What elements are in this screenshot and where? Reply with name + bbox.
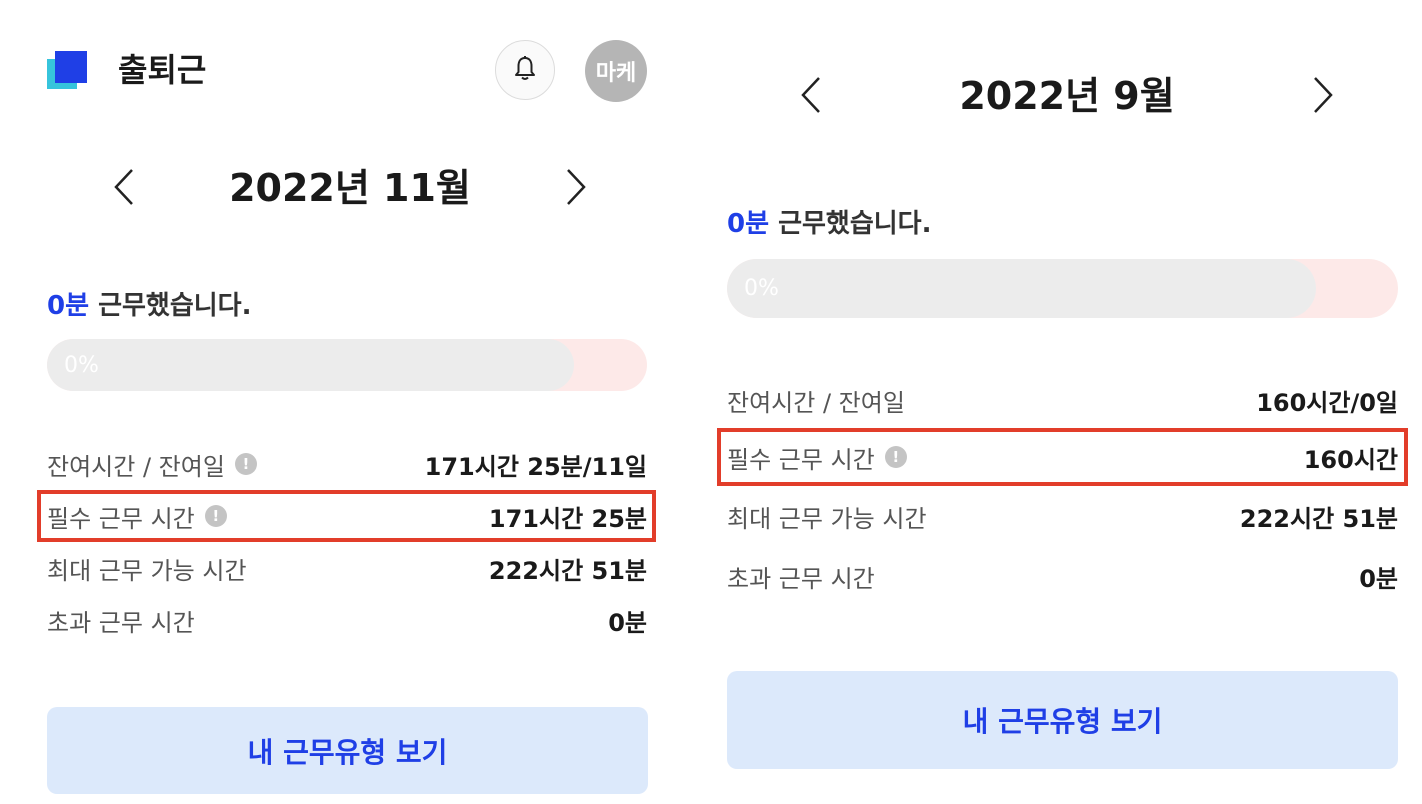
stat-label: 초과 근무 시간 [47, 608, 195, 637]
stat-label: 최대 근무 가능 시간 [727, 504, 927, 533]
stat-value: 160시간/0일 [1256, 388, 1398, 417]
worked-value: 0분 [727, 209, 770, 239]
stat-remaining: 잔여시간 / 잔여일! 171시간 25분/11일 [47, 444, 647, 484]
chevron-right-icon [1314, 77, 1333, 113]
stat-overtime: 초과 근무 시간 0분 [47, 600, 647, 640]
avatar[interactable]: 마케 [585, 40, 647, 102]
app-title: 출퇴근 [118, 51, 207, 89]
info-icon[interactable]: ! [204, 505, 227, 527]
month-title: 2022년 9월 [959, 74, 1175, 118]
worked-suffix: 근무했습니다. [89, 291, 252, 321]
left-screen: 출퇴근 마케 2022년 11월 0분 근무했습니다. 0% 잔여시간 / 잔여… [0, 0, 700, 804]
info-icon[interactable]: ! [234, 453, 257, 475]
stat-max: 최대 근무 가능 시간 222시간 51분 [727, 496, 1398, 536]
progress-bar: 0% [47, 339, 647, 391]
stat-value: 171시간 25분/11일 [424, 452, 647, 481]
info-icon[interactable]: ! [884, 446, 907, 468]
progress-text: 0% [64, 352, 99, 378]
right-screen: 2022년 9월 0분 근무했습니다. 0% 잔여시간 / 잔여일 160시간/… [700, 0, 1422, 804]
stat-label: 필수 근무 시간 [47, 504, 195, 533]
worked-summary: 0분 근무했습니다. [727, 206, 931, 242]
month-navigator: 2022년 11월 [110, 158, 590, 218]
month-title: 2022년 11월 [229, 166, 471, 210]
progress-track-fill [727, 259, 1316, 318]
stat-label: 최대 근무 가능 시간 [47, 556, 247, 585]
next-month-button[interactable] [1307, 72, 1337, 118]
notification-button[interactable] [495, 40, 555, 100]
next-month-button[interactable] [560, 164, 590, 210]
worked-value: 0분 [47, 291, 90, 321]
month-navigator: 2022년 9월 [797, 66, 1337, 126]
view-work-type-button[interactable]: 내 근무유형 보기 [727, 671, 1398, 769]
stat-label: 필수 근무 시간 [727, 445, 875, 474]
bell-icon [514, 55, 536, 85]
stat-value: 222시간 51분 [488, 556, 647, 585]
stat-value: 171시간 25분 [488, 504, 647, 533]
app-logo [47, 51, 93, 89]
progress-track-fill [47, 339, 574, 391]
stat-value: 0분 [608, 608, 647, 637]
worked-suffix: 근무했습니다. [769, 209, 932, 239]
stat-overtime: 초과 근무 시간 0분 [727, 556, 1398, 596]
stat-label: 잔여시간 / 잔여일 [47, 452, 225, 481]
worked-summary: 0분 근무했습니다. [47, 288, 251, 324]
chevron-right-icon [567, 169, 586, 205]
stat-required: 필수 근무 시간! 160시간 [727, 437, 1398, 477]
progress-bar: 0% [727, 259, 1398, 318]
stat-value: 0분 [1359, 564, 1398, 593]
stat-remaining: 잔여시간 / 잔여일 160시간/0일 [727, 380, 1398, 420]
stat-label: 잔여시간 / 잔여일 [727, 388, 905, 417]
stat-value: 222시간 51분 [1239, 504, 1398, 533]
stat-label: 초과 근무 시간 [727, 564, 875, 593]
stat-required: 필수 근무 시간! 171시간 25분 [47, 496, 647, 536]
progress-text: 0% [744, 276, 779, 301]
view-work-type-button[interactable]: 내 근무유형 보기 [47, 707, 648, 794]
stat-value: 160시간 [1303, 445, 1398, 474]
stat-max: 최대 근무 가능 시간 222시간 51분 [47, 548, 647, 588]
